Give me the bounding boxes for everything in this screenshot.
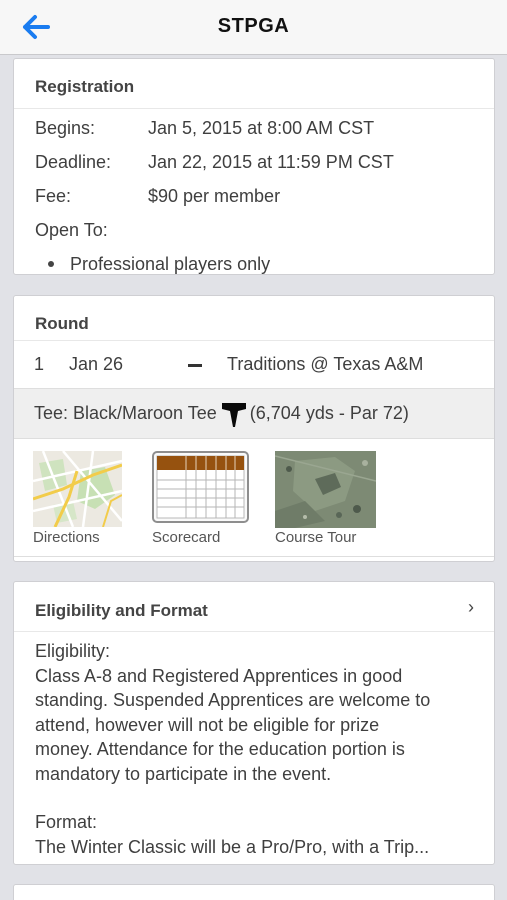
directions-caption: Directions <box>33 529 100 546</box>
eligibility-label: Eligibility: <box>35 641 111 661</box>
nav-bar: STPGA <box>0 0 507 55</box>
registration-header: Registration <box>14 59 494 109</box>
deadline-label: Deadline: <box>35 151 112 172</box>
round-date: Jan 26 <box>69 354 124 374</box>
directions-button[interactable]: Directions <box>32 450 123 546</box>
tee-marker-icon <box>221 401 246 427</box>
eligibility-line: money. Attendance for the education port… <box>35 739 405 759</box>
round-header: Round <box>14 296 494 341</box>
format-label: Format: <box>35 812 98 832</box>
registration-begins-row: Begins: Jan 5, 2015 at 8:00 AM CST <box>14 111 494 145</box>
scorecard-icon <box>152 451 249 523</box>
eligibility-line: Class A-8 and Registered Apprentices in … <box>35 665 403 686</box>
tee-label: Tee: Black/Maroon Tee <box>34 403 217 423</box>
dash-icon <box>188 364 202 367</box>
aerial-photo-thumbnail <box>274 451 377 528</box>
tee-details: (6,704 yds - Par 72) <box>249 403 409 423</box>
format-text: The Winter Classic will be a Pro/Pro, wi… <box>35 836 430 857</box>
begins-label: Begins: <box>35 117 96 138</box>
scorecard-caption: Scorecard <box>152 529 221 546</box>
deadline-value: Jan 22, 2015 at 11:59 PM CST <box>148 151 394 172</box>
open-to-item: Professional players only <box>70 253 271 274</box>
course-tour-button[interactable]: Course Tour <box>274 451 377 546</box>
bullet-icon <box>48 261 54 267</box>
begins-value: Jan 5, 2015 at 8:00 AM CST <box>148 117 375 138</box>
course-tour-caption: Course Tour <box>275 529 357 546</box>
round-number: 1 <box>34 354 45 374</box>
page-title: STPGA <box>217 15 290 37</box>
eligibility-card[interactable]: Eligibility and Format › Eligibility: Cl… <box>13 581 495 865</box>
round-actions: Directions Scorecard Course Tour <box>14 439 494 557</box>
open-to-row: Open To: <box>14 213 494 247</box>
eligibility-line: mandatory to participate in the event. <box>35 763 332 784</box>
eligibility-line: standing. Suspended Apprentices are welc… <box>35 690 431 710</box>
eligibility-header: Eligibility and Format › <box>14 582 494 632</box>
round-course: Traditions @ Texas A&M <box>227 354 424 374</box>
fee-value: $90 per member <box>148 185 281 206</box>
chevron-right-icon: › <box>468 597 474 617</box>
open-to-label: Open To: <box>35 219 108 240</box>
eligibility-body: Eligibility: Class A-8 and Registered Ap… <box>14 632 494 859</box>
map-thumbnail <box>32 450 123 528</box>
tee-row: Tee: Black/Maroon Tee (6,704 yds - Par 7… <box>14 389 494 439</box>
registration-fee-row: Fee: $90 per member <box>14 179 494 213</box>
registration-card: Registration Begins: Jan 5, 2015 at 8:00… <box>13 58 495 275</box>
fee-label: Fee: <box>35 185 72 206</box>
next-card[interactable] <box>13 884 495 900</box>
eligibility-line: attend, however will not be eligible for… <box>35 714 380 735</box>
list-item: Professional players only <box>14 247 494 274</box>
round-row[interactable]: 1 Jan 26 Traditions @ Texas A&M <box>14 341 494 389</box>
registration-deadline-row: Deadline: Jan 22, 2015 at 11:59 PM CST <box>14 145 494 179</box>
round-card: Round 1 Jan 26 Traditions @ Texas A&M Te… <box>13 295 495 562</box>
scorecard-button[interactable]: Scorecard <box>152 451 249 546</box>
eligibility-title: Eligibility and Format <box>35 601 208 620</box>
